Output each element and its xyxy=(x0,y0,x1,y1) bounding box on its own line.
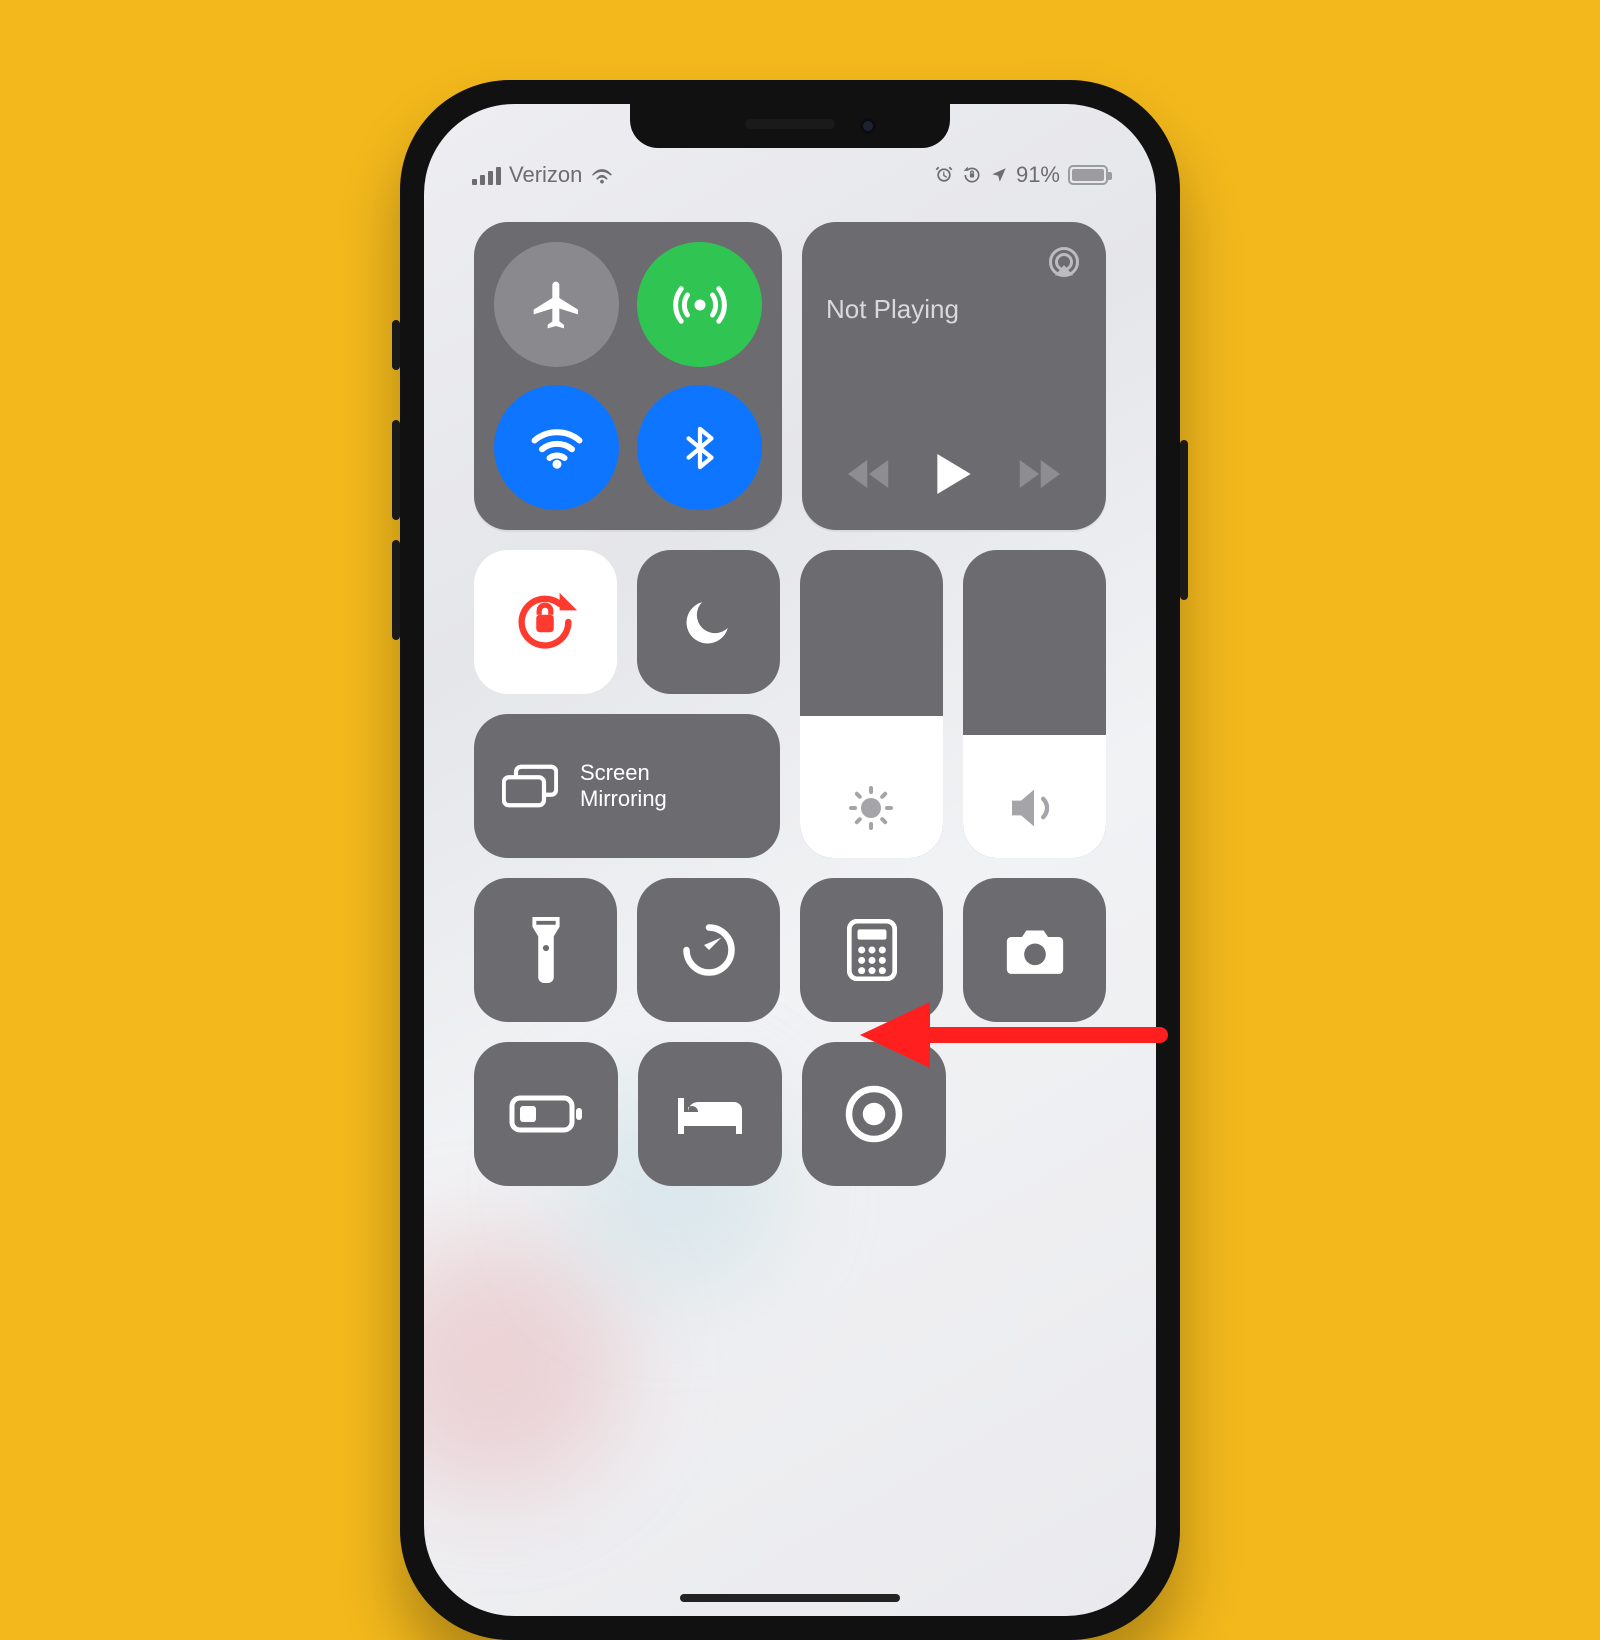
timer-button[interactable] xyxy=(637,878,780,1022)
wifi-button[interactable] xyxy=(494,385,619,510)
screen-mirroring-label: Screen Mirroring xyxy=(580,760,667,812)
low-power-mode-button[interactable] xyxy=(474,1042,618,1186)
cellular-icon xyxy=(670,275,730,335)
status-bar: Verizon 91% xyxy=(424,160,1156,190)
screen-mirroring-button[interactable]: Screen Mirroring xyxy=(474,714,780,858)
phone-frame: Verizon 91% xyxy=(400,80,1180,1640)
battery-percent-label: 91% xyxy=(1016,162,1060,188)
timer-icon xyxy=(679,920,739,980)
volume-icon xyxy=(1008,786,1060,830)
rotation-lock-icon xyxy=(510,587,580,657)
location-icon xyxy=(990,166,1008,184)
brightness-icon xyxy=(847,784,895,832)
screen: Verizon 91% xyxy=(424,104,1156,1616)
cellular-signal-icon xyxy=(472,165,501,185)
rotation-lock-button[interactable] xyxy=(474,550,617,694)
rewind-icon[interactable] xyxy=(848,458,890,490)
notch xyxy=(630,104,950,148)
bed-icon xyxy=(674,1090,746,1138)
battery-icon xyxy=(1068,165,1108,185)
volume-slider[interactable] xyxy=(963,550,1106,858)
cellular-data-button[interactable] xyxy=(637,242,762,367)
carrier-label: Verizon xyxy=(509,162,582,188)
wallpaper-blur xyxy=(424,1236,624,1496)
volume-up-button[interactable] xyxy=(392,420,400,520)
do-not-disturb-button[interactable] xyxy=(637,550,780,694)
volume-down-button[interactable] xyxy=(392,540,400,640)
rotation-lock-status-icon xyxy=(962,165,982,185)
media-module[interactable]: Not Playing xyxy=(802,222,1106,530)
flashlight-icon xyxy=(526,917,566,983)
bluetooth-icon xyxy=(677,420,723,476)
wifi-icon xyxy=(590,165,614,185)
screen-mirroring-icon xyxy=(502,764,558,808)
media-title: Not Playing xyxy=(826,294,1082,325)
power-button[interactable] xyxy=(1180,440,1188,600)
calculator-icon xyxy=(847,919,897,981)
alarm-icon xyxy=(934,165,954,185)
airplay-icon[interactable] xyxy=(1046,244,1082,280)
airplane-icon xyxy=(529,277,585,333)
play-icon[interactable] xyxy=(936,454,972,494)
battery-low-icon xyxy=(509,1094,583,1134)
annotation-arrow xyxy=(850,990,1170,1080)
bluetooth-button[interactable] xyxy=(637,385,762,510)
record-icon xyxy=(844,1084,904,1144)
wifi-icon xyxy=(527,418,587,478)
connectivity-module[interactable] xyxy=(474,222,782,530)
brightness-slider[interactable] xyxy=(800,550,943,858)
sleep-mode-button[interactable] xyxy=(638,1042,782,1186)
airplane-mode-button[interactable] xyxy=(494,242,619,367)
forward-icon[interactable] xyxy=(1018,458,1060,490)
moon-icon xyxy=(680,594,736,650)
home-indicator[interactable] xyxy=(680,1594,900,1602)
camera-icon xyxy=(1002,924,1068,976)
flashlight-button[interactable] xyxy=(474,878,617,1022)
mute-switch[interactable] xyxy=(392,320,400,370)
